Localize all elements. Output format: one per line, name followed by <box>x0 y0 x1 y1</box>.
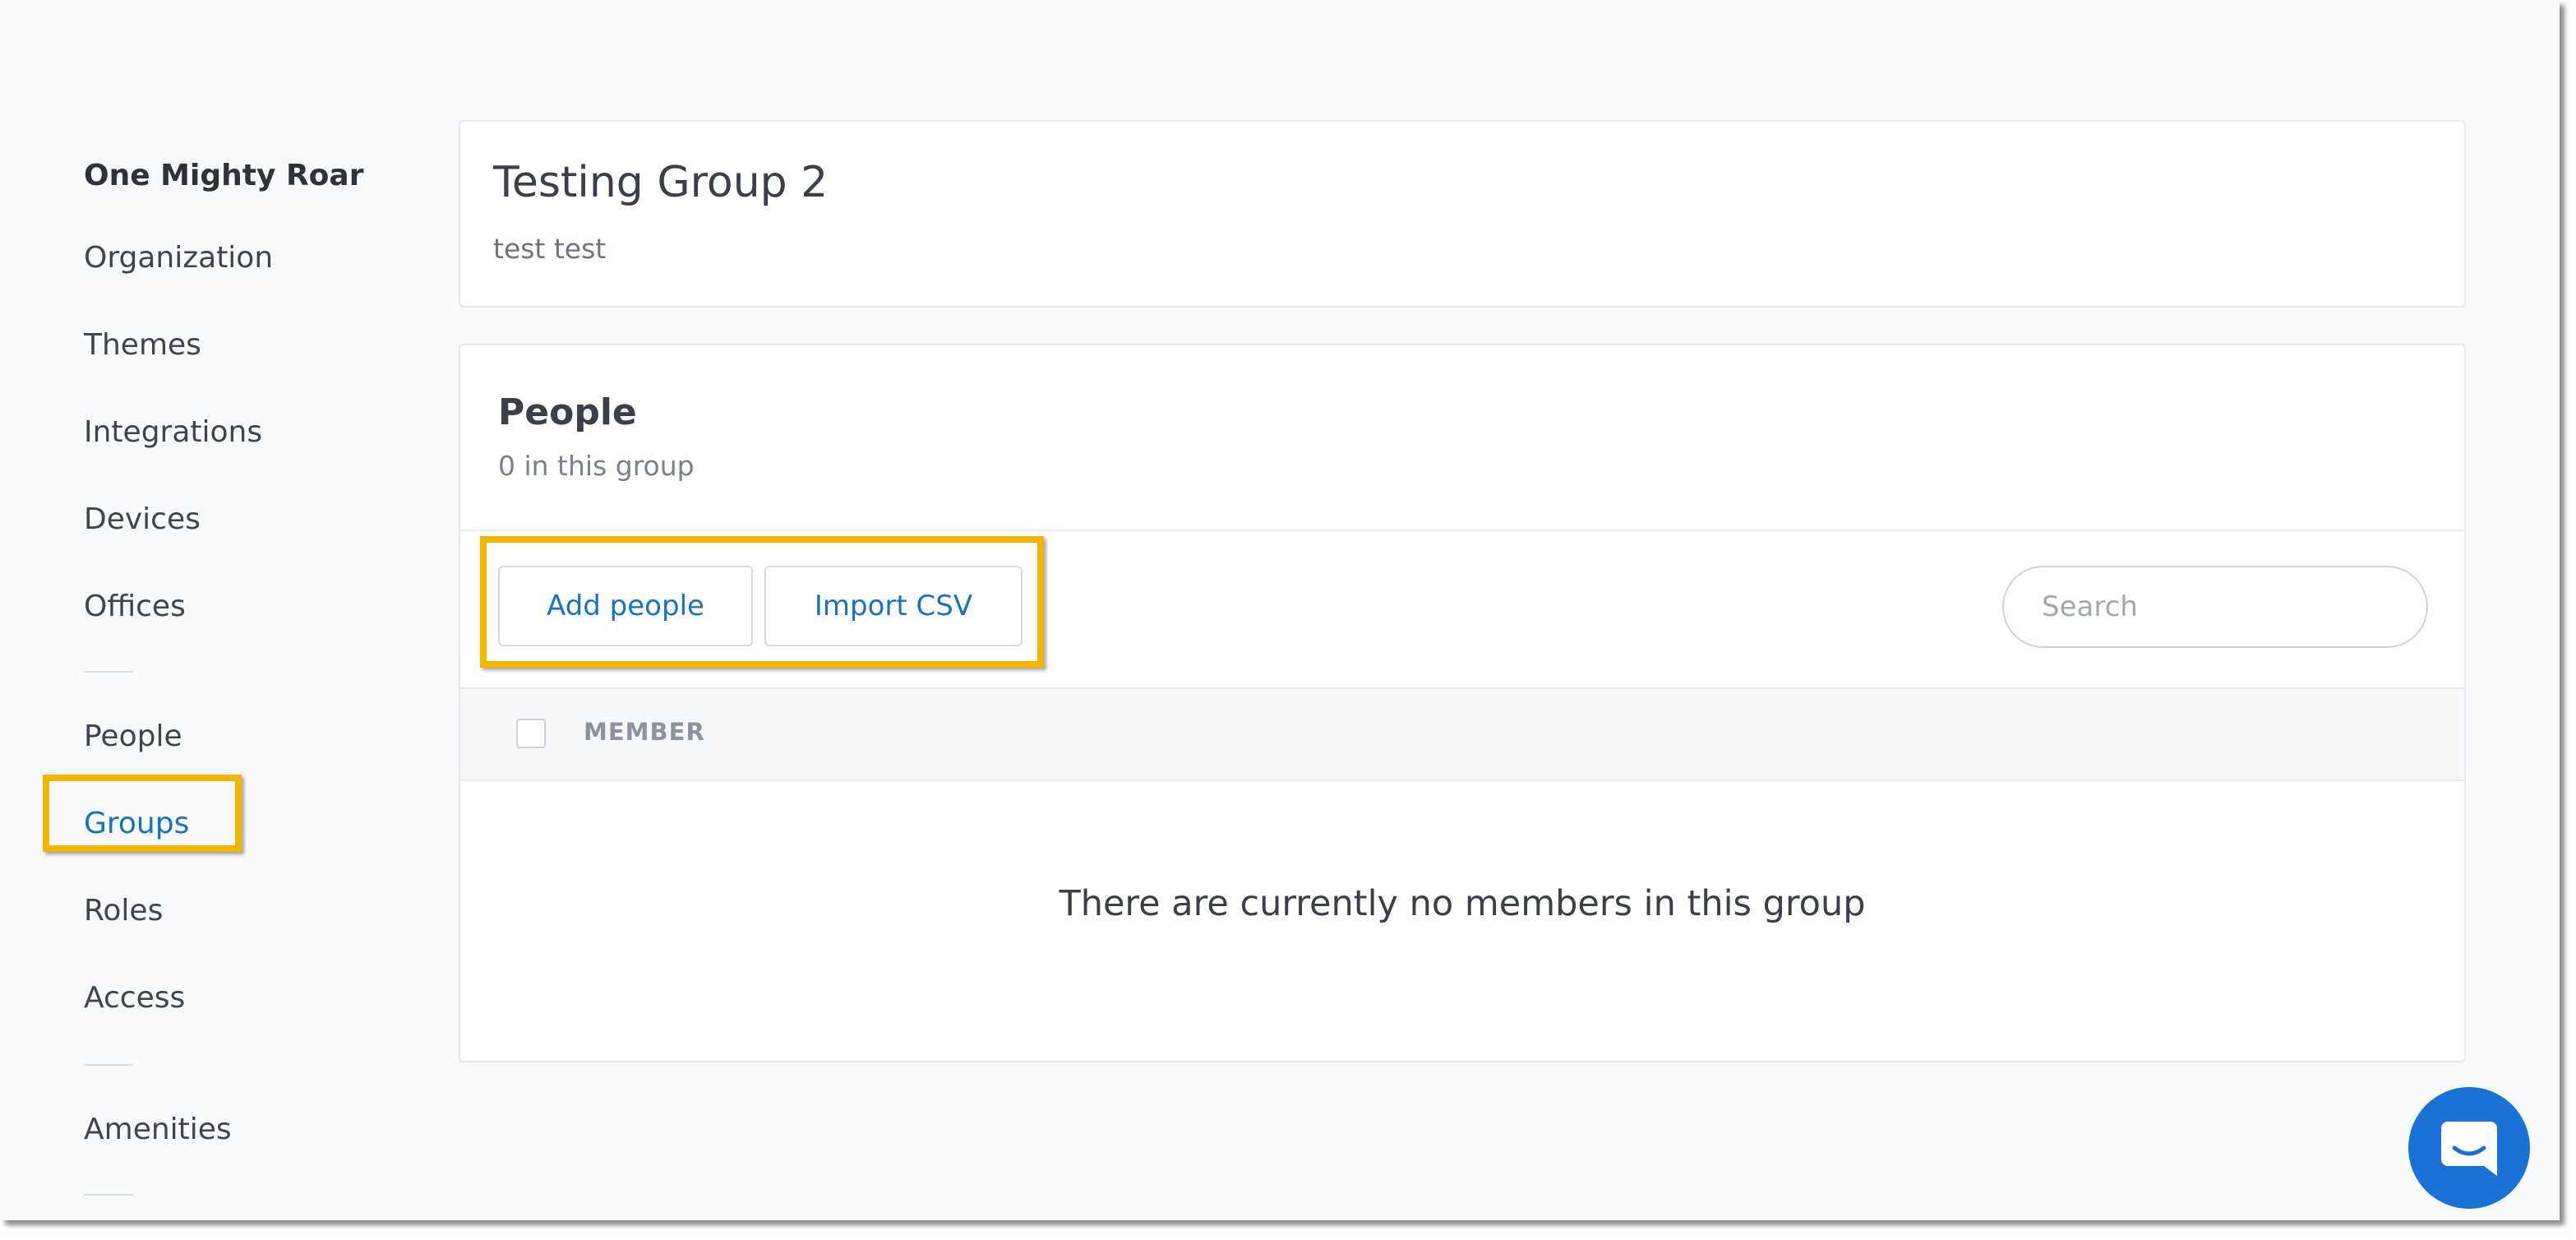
group-header-card: Testing Group 2 test test <box>459 120 2466 308</box>
people-section-title: People <box>498 391 637 433</box>
sidebar-item-integrations[interactable]: Integrations <box>84 418 262 447</box>
chat-launcher-button[interactable] <box>2408 1087 2530 1209</box>
section-divider <box>460 530 2464 531</box>
sidebar-org-name[interactable]: One Mighty Roar <box>84 161 363 191</box>
import-csv-button[interactable]: Import CSV <box>764 566 1023 646</box>
search-input[interactable] <box>2002 566 2428 648</box>
sidebar-item-organization[interactable]: Organization <box>84 243 273 273</box>
sidebar-item-amenities[interactable]: Amenities <box>84 1115 232 1145</box>
chat-bubble-icon <box>2441 1122 2497 1176</box>
people-count: 0 in this group <box>498 450 695 482</box>
sidebar-item-devices[interactable]: Devices <box>84 505 201 534</box>
sidebar-divider <box>84 1064 133 1066</box>
settings-sidebar: One Mighty Roar Organization Themes Inte… <box>0 0 427 1220</box>
group-title: Testing Group 2 <box>493 158 829 207</box>
select-all-checkbox[interactable] <box>516 719 546 748</box>
members-table-header: MEMBER <box>460 687 2464 781</box>
sidebar-item-roles[interactable]: Roles <box>84 896 163 926</box>
sidebar-divider <box>84 1194 133 1196</box>
empty-state-message: There are currently no members in this g… <box>1059 883 1866 924</box>
sidebar-item-themes[interactable]: Themes <box>84 331 201 360</box>
sidebar-item-groups[interactable]: Groups <box>84 809 189 839</box>
sidebar-item-offices[interactable]: Offices <box>84 592 186 622</box>
group-description: test test <box>493 233 607 265</box>
app-window: One Mighty Roar Organization Themes Inte… <box>0 0 2560 1220</box>
people-card: People 0 in this group Add people Import… <box>459 344 2466 1062</box>
column-header-member[interactable]: MEMBER <box>584 720 705 744</box>
sidebar-divider <box>84 671 133 673</box>
sidebar-item-access[interactable]: Access <box>84 983 185 1013</box>
add-people-button[interactable]: Add people <box>498 566 753 646</box>
sidebar-item-people[interactable]: People <box>84 722 182 752</box>
